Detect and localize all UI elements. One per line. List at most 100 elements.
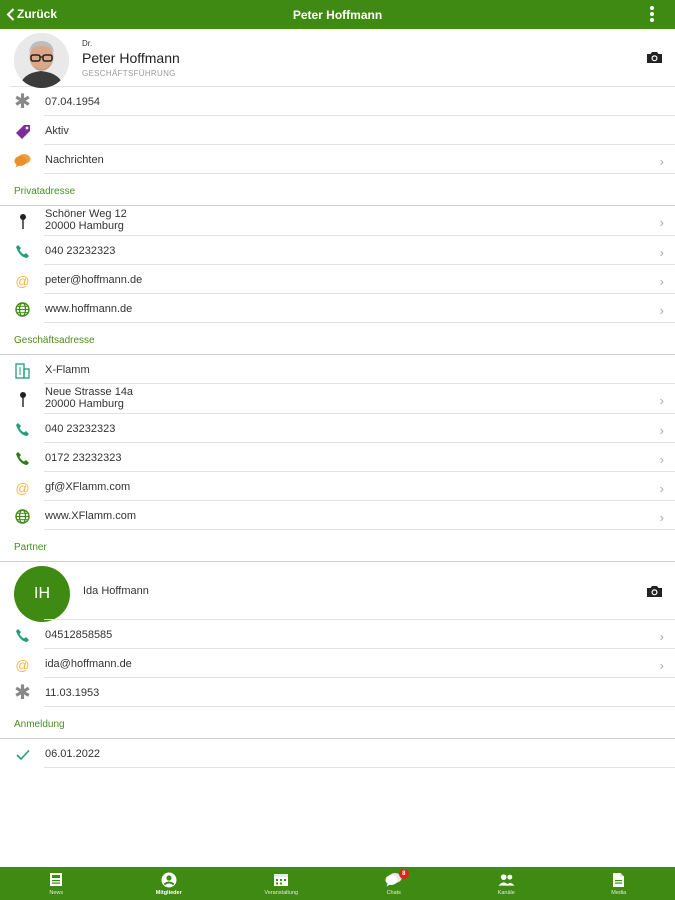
bottom-tab-bar: News Mitglieder Veranstaltung 8 Chats Ka…	[0, 867, 675, 900]
unread-badge: 8	[398, 869, 409, 879]
phone-icon	[14, 243, 31, 260]
chevron-right-icon: ›	[659, 423, 664, 438]
website: www.XFlamm.com	[45, 510, 137, 522]
partner-email-row[interactable]: @ ida@hoffmann.de ›	[0, 649, 675, 678]
tab-label: Media	[611, 890, 627, 896]
tab-label: Veranstaltung	[264, 890, 299, 896]
address-street: Schöner Weg 12	[45, 208, 127, 220]
company-name: X-Flamm	[45, 364, 90, 376]
tab-label: Kanäle	[497, 890, 515, 896]
private-phone-row[interactable]: 040 23232323 ›	[0, 236, 675, 265]
phone-number: 04512858585	[45, 629, 113, 641]
top-bar: Zurück Peter Hoffmann	[0, 0, 675, 29]
section-heading: Privatadresse	[14, 186, 76, 197]
document-icon	[610, 871, 627, 888]
business-email-row[interactable]: @ gf@XFlamm.com ›	[0, 472, 675, 501]
camera-icon[interactable]	[646, 51, 663, 64]
business-address-row[interactable]: Neue Strasse 14a 20000 Hamburg ›	[0, 384, 675, 414]
company-row: X-Flamm	[0, 355, 675, 384]
business-mobile-row[interactable]: 0172 23232323 ›	[0, 443, 675, 472]
at-sign-icon: @	[15, 656, 30, 673]
business-web-row[interactable]: www.XFlamm.com ›	[0, 501, 675, 530]
map-pin-icon	[14, 391, 31, 408]
calendar-icon	[273, 871, 290, 888]
website: www.hoffmann.de	[45, 303, 133, 315]
birthdate: 07.04.1954	[45, 96, 101, 108]
chat-bubbles-icon	[14, 152, 31, 169]
member-status: Aktiv	[45, 125, 69, 137]
chevron-right-icon: ›	[659, 215, 664, 230]
profile-role: GESCHÄFTSFÜHRUNG	[82, 69, 176, 78]
section-private-address: Privatadresse	[0, 174, 675, 206]
phone-number: 040 23232323	[45, 423, 116, 435]
at-sign-icon: @	[15, 272, 30, 289]
tab-members[interactable]: Mitglieder	[113, 867, 226, 900]
chevron-right-icon: ›	[659, 658, 664, 673]
phone-icon	[14, 627, 31, 644]
news-icon	[48, 871, 65, 888]
section-heading: Anmeldung	[14, 719, 65, 730]
asterisk-icon: ✱	[14, 91, 31, 113]
partner-phone-row[interactable]: 04512858585 ›	[0, 620, 675, 649]
address-city: 20000 Hamburg	[45, 220, 124, 232]
tab-events[interactable]: Veranstaltung	[225, 867, 338, 900]
group-icon	[498, 871, 515, 888]
section-business-address: Geschäftsadresse	[0, 323, 675, 355]
page-title: Peter Hoffmann	[292, 8, 383, 22]
tab-news[interactable]: News	[0, 867, 113, 900]
at-sign-icon: @	[15, 479, 30, 496]
address-city: 20000 Hamburg	[45, 398, 124, 410]
partner-name: Ida Hoffmann	[83, 585, 149, 597]
email-address: gf@XFlamm.com	[45, 481, 131, 493]
more-options-icon[interactable]	[649, 6, 655, 23]
phone-icon	[14, 421, 31, 438]
profile-header: Dr. Peter Hoffmann GESCHÄFTSFÜHRUNG	[10, 29, 675, 88]
tab-chats[interactable]: 8 Chats	[338, 867, 451, 900]
phone-icon	[14, 450, 31, 467]
tab-label: Mitglieder	[155, 890, 182, 896]
section-registration: Anmeldung	[0, 707, 675, 739]
asterisk-icon: ✱	[14, 682, 31, 704]
registration-date: 06.01.2022	[45, 748, 101, 760]
private-address-row[interactable]: Schöner Weg 12 20000 Hamburg ›	[0, 206, 675, 236]
chevron-right-icon: ›	[659, 481, 664, 496]
profile-title-prefix: Dr.	[82, 39, 93, 48]
avatar[interactable]	[14, 33, 69, 88]
phone-number: 040 23232323	[45, 245, 116, 257]
avatar[interactable]: IH	[14, 566, 70, 622]
business-phone-row[interactable]: 040 23232323 ›	[0, 414, 675, 443]
building-icon	[14, 362, 31, 379]
chevron-right-icon: ›	[659, 629, 664, 644]
partner-birthdate-row: ✱ 11.03.1953	[0, 678, 675, 707]
chevron-right-icon: ›	[659, 393, 664, 408]
chevron-right-icon: ›	[659, 452, 664, 467]
camera-icon[interactable]	[646, 585, 663, 598]
messages-row[interactable]: Nachrichten ›	[0, 145, 675, 174]
globe-icon	[14, 301, 31, 318]
tab-channels[interactable]: Kanäle	[450, 867, 563, 900]
tab-media[interactable]: Media	[563, 867, 675, 900]
section-heading: Partner	[14, 542, 47, 553]
tab-label: Chats	[386, 890, 401, 896]
map-pin-icon	[14, 213, 31, 230]
chevron-right-icon: ›	[659, 245, 664, 260]
tab-label: News	[49, 890, 64, 896]
email-address: ida@hoffmann.de	[45, 658, 132, 670]
private-email-row[interactable]: @ peter@hoffmann.de ›	[0, 265, 675, 294]
tag-icon	[14, 123, 31, 140]
chevron-right-icon: ›	[659, 274, 664, 289]
partner-header: IH Ida Hoffmann	[0, 562, 675, 622]
birthdate-row: ✱ 07.04.1954	[0, 87, 675, 116]
email-address: peter@hoffmann.de	[45, 274, 143, 286]
globe-icon	[14, 508, 31, 525]
birthdate: 11.03.1953	[45, 687, 100, 699]
messages-label: Nachrichten	[45, 154, 104, 166]
chevron-right-icon: ›	[659, 303, 664, 318]
section-partner: Partner	[0, 530, 675, 562]
member-detail: Dr. Peter Hoffmann GESCHÄFTSFÜHRUNG ✱ 07…	[0, 29, 675, 867]
profile-name: Peter Hoffmann	[82, 50, 180, 66]
address-street: Neue Strasse 14a	[45, 386, 134, 398]
registration-row: 06.01.2022	[0, 739, 675, 768]
private-web-row[interactable]: www.hoffmann.de ›	[0, 294, 675, 323]
checkmark-icon	[14, 746, 31, 763]
